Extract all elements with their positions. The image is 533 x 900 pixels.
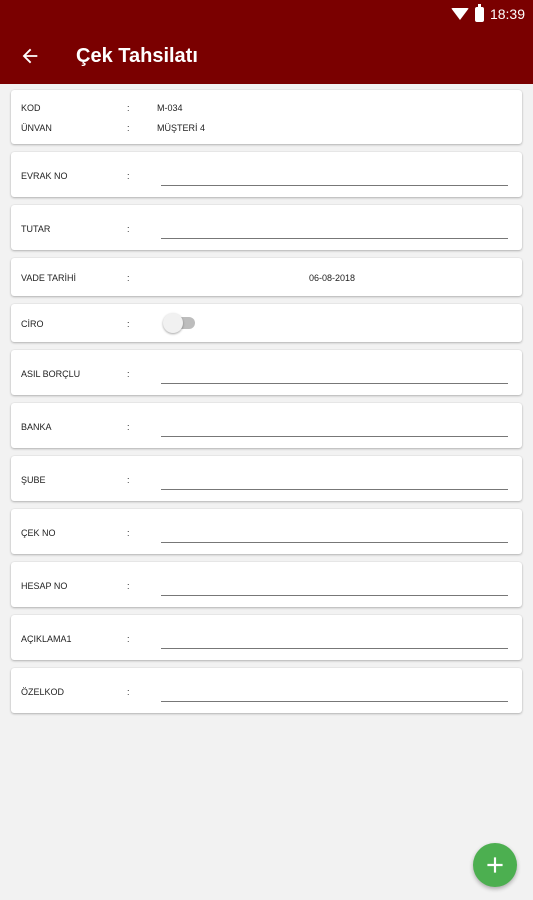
customer-info-card: KOD : M-034 ÜNVAN : MÜŞTERİ 4	[11, 90, 522, 144]
app-bar: 18:39 Çek Tahsilatı	[0, 0, 533, 84]
colon: :	[127, 528, 130, 538]
asil-borclu-label: ASIL BORÇLU	[21, 369, 81, 379]
customer-code-row: KOD : M-034	[21, 103, 321, 113]
customer-title-row: ÜNVAN : MÜŞTERİ 4	[21, 123, 321, 133]
plus-icon	[487, 857, 503, 873]
colon: :	[127, 369, 130, 379]
colon: :	[127, 319, 130, 329]
colon: :	[127, 687, 130, 697]
back-button[interactable]	[2, 28, 58, 84]
toggle-thumb	[163, 313, 183, 333]
evrak-no-card: EVRAK NO :	[11, 152, 522, 197]
customer-title-label: ÜNVAN	[21, 123, 52, 133]
evrak-no-label: EVRAK NO	[21, 171, 68, 181]
ozel-kod-label: ÖZELKOD	[21, 687, 65, 697]
cek-no-label: ÇEK NO	[21, 528, 56, 538]
sube-card: ŞUBE :	[11, 456, 522, 501]
hesap-no-card: HESAP NO :	[11, 562, 522, 607]
ozel-kod-input[interactable]	[161, 688, 508, 702]
cek-no-input[interactable]	[161, 529, 508, 543]
aciklama1-label: AÇIKLAMA1	[21, 634, 72, 644]
colon: :	[127, 224, 130, 234]
ciro-toggle[interactable]	[163, 313, 195, 333]
hesap-no-input[interactable]	[161, 582, 508, 596]
tutar-label: TUTAR	[21, 224, 51, 234]
form-content: KOD : M-034 ÜNVAN : MÜŞTERİ 4 EVRAK NO :…	[11, 90, 522, 721]
ozel-kod-card: ÖZELKOD :	[11, 668, 522, 713]
colon: :	[127, 171, 130, 181]
colon: :	[127, 103, 130, 113]
cek-no-card: ÇEK NO :	[11, 509, 522, 554]
customer-code-label: KOD	[21, 103, 41, 113]
sube-label: ŞUBE	[21, 475, 46, 485]
aciklama1-input[interactable]	[161, 635, 508, 649]
page-title: Çek Tahsilatı	[76, 44, 198, 67]
customer-title-value: MÜŞTERİ 4	[157, 123, 206, 133]
customer-code-value: M-034	[157, 103, 183, 113]
arrow-left-icon	[22, 48, 38, 64]
status-time: 18:39	[489, 6, 525, 22]
hesap-no-label: HESAP NO	[21, 581, 68, 591]
vade-tarihi-label: VADE TARİHİ	[21, 273, 77, 283]
asil-borclu-card: ASIL BORÇLU :	[11, 350, 522, 395]
colon: :	[127, 634, 130, 644]
battery-icon	[474, 3, 484, 22]
ciro-label: CİRO	[21, 319, 44, 329]
banka-input[interactable]	[161, 423, 508, 437]
aciklama1-card: AÇIKLAMA1 :	[11, 615, 522, 660]
colon: :	[127, 475, 130, 485]
evrak-no-input[interactable]	[161, 172, 508, 186]
banka-label: BANKA	[21, 422, 52, 432]
tutar-input[interactable]	[161, 225, 508, 239]
vade-tarihi-value[interactable]: 06-08-2018	[309, 273, 355, 283]
vade-tarihi-card[interactable]: VADE TARİHİ : 06-08-2018	[11, 258, 522, 296]
wifi-icon	[450, 8, 469, 20]
status-bar: 18:39	[450, 3, 525, 24]
colon: :	[127, 273, 130, 283]
banka-card: BANKA :	[11, 403, 522, 448]
colon: :	[127, 422, 130, 432]
ciro-card: CİRO :	[11, 304, 522, 342]
sube-input[interactable]	[161, 476, 508, 490]
add-button[interactable]	[473, 843, 517, 887]
toolbar: Çek Tahsilatı	[0, 28, 533, 84]
colon: :	[127, 581, 130, 591]
colon: :	[127, 123, 130, 133]
tutar-card: TUTAR :	[11, 205, 522, 250]
asil-borclu-input[interactable]	[161, 370, 508, 384]
